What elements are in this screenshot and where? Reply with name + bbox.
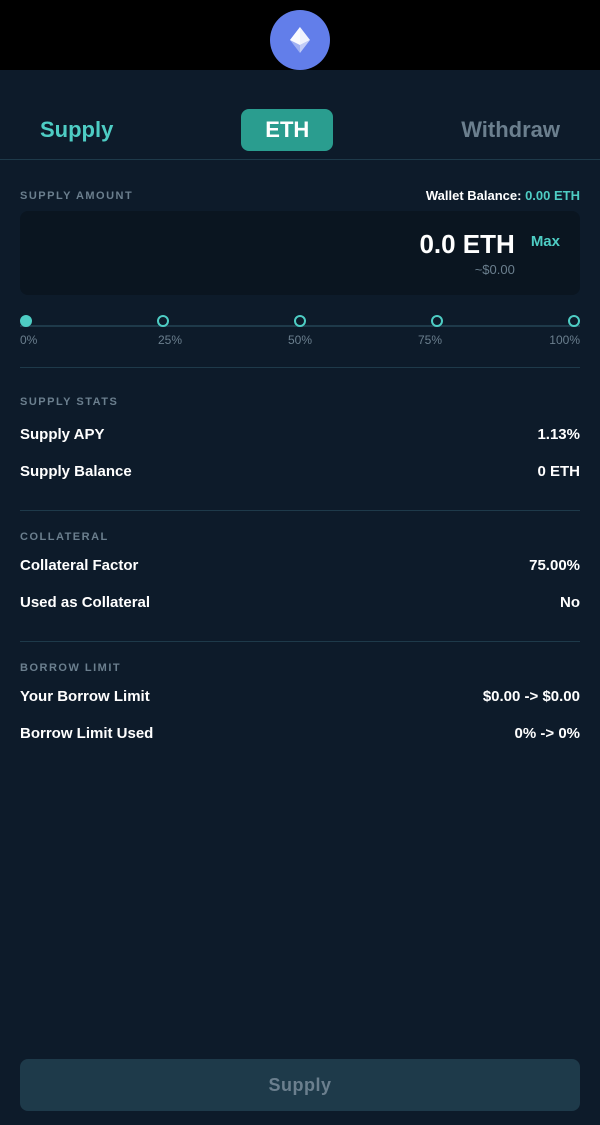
your-borrow-limit-row: Your Borrow Limit $0.00 -> $0.00 — [20, 678, 580, 715]
tab-withdraw[interactable]: Withdraw — [461, 117, 560, 143]
used-as-collateral-row: Used as Collateral No — [20, 584, 580, 621]
tab-row: Supply ETH Withdraw — [0, 100, 600, 160]
slider-dot-25[interactable] — [157, 315, 169, 327]
pct-labels-row: 0% 25% 50% 75% 100% — [20, 333, 580, 347]
borrow-limit-label: BORROW LIMIT — [20, 662, 580, 674]
max-button[interactable]: Max — [531, 229, 560, 250]
slider-container[interactable]: 0% 25% 50% 75% 100% — [20, 313, 580, 347]
supply-balance-value: 0 ETH — [537, 463, 580, 480]
slider-dots-row — [20, 315, 580, 327]
collateral-factor-value: 75.00% — [529, 557, 580, 574]
supply-amount-label: SUPPLY AMOUNT — [20, 190, 133, 202]
pct-label-25: 25% — [150, 333, 190, 347]
eth-logo — [270, 10, 330, 70]
supply-balance-row: Supply Balance 0 ETH — [20, 453, 580, 490]
pct-label-75: 75% — [410, 333, 450, 347]
slider-dot-50[interactable] — [294, 315, 306, 327]
supply-apy-value: 1.13% — [537, 426, 580, 443]
amount-eth: 0.0 ETH — [40, 229, 515, 260]
divider-1 — [20, 367, 580, 368]
borrow-limit-used-row: Borrow Limit Used 0% -> 0% — [20, 715, 580, 752]
supply-amount-header: SUPPLY AMOUNT Wallet Balance: 0.00 ETH — [20, 188, 580, 203]
top-bar — [0, 0, 600, 70]
supply-stats-label: SUPPLY STATS — [20, 396, 580, 408]
borrow-limit-used-value: 0% -> 0% — [515, 725, 580, 742]
collateral-label: COLLATERAL — [20, 531, 580, 543]
supply-balance-key: Supply Balance — [20, 463, 132, 480]
wallet-balance-prefix: Wallet Balance: — [426, 188, 525, 203]
amount-input-box[interactable]: 0.0 ETH ~$0.00 Max — [20, 211, 580, 295]
pct-label-100: 100% — [540, 333, 580, 347]
supply-apy-key: Supply APY — [20, 426, 104, 443]
pct-label-0: 0% — [20, 333, 60, 347]
slider-dot-0[interactable] — [20, 315, 32, 327]
amount-display: 0.0 ETH ~$0.00 — [40, 229, 515, 277]
your-borrow-limit-value: $0.00 -> $0.00 — [483, 688, 580, 705]
collateral-factor-row: Collateral Factor 75.00% — [20, 547, 580, 584]
tab-eth-pill[interactable]: ETH — [241, 109, 333, 151]
slider-dot-75[interactable] — [431, 315, 443, 327]
borrow-limit-used-key: Borrow Limit Used — [20, 725, 153, 742]
wallet-balance-value: 0.00 ETH — [525, 188, 580, 203]
tab-supply[interactable]: Supply — [40, 117, 113, 143]
supply-apy-row: Supply APY 1.13% — [20, 416, 580, 453]
slider-dot-100[interactable] — [568, 315, 580, 327]
bottom-bar: Supply — [0, 1045, 600, 1125]
divider-2 — [20, 510, 580, 511]
supply-button[interactable]: Supply — [20, 1059, 580, 1111]
eth-diamond-icon — [284, 24, 316, 56]
wallet-balance-text: Wallet Balance: 0.00 ETH — [426, 188, 580, 203]
used-as-collateral-value: No — [560, 594, 580, 611]
divider-3 — [20, 641, 580, 642]
your-borrow-limit-key: Your Borrow Limit — [20, 688, 150, 705]
pct-label-50: 50% — [280, 333, 320, 347]
main-content: SUPPLY AMOUNT Wallet Balance: 0.00 ETH 0… — [0, 160, 600, 1075]
amount-usd: ~$0.00 — [40, 262, 515, 277]
used-as-collateral-key: Used as Collateral — [20, 594, 150, 611]
collateral-factor-key: Collateral Factor — [20, 557, 138, 574]
